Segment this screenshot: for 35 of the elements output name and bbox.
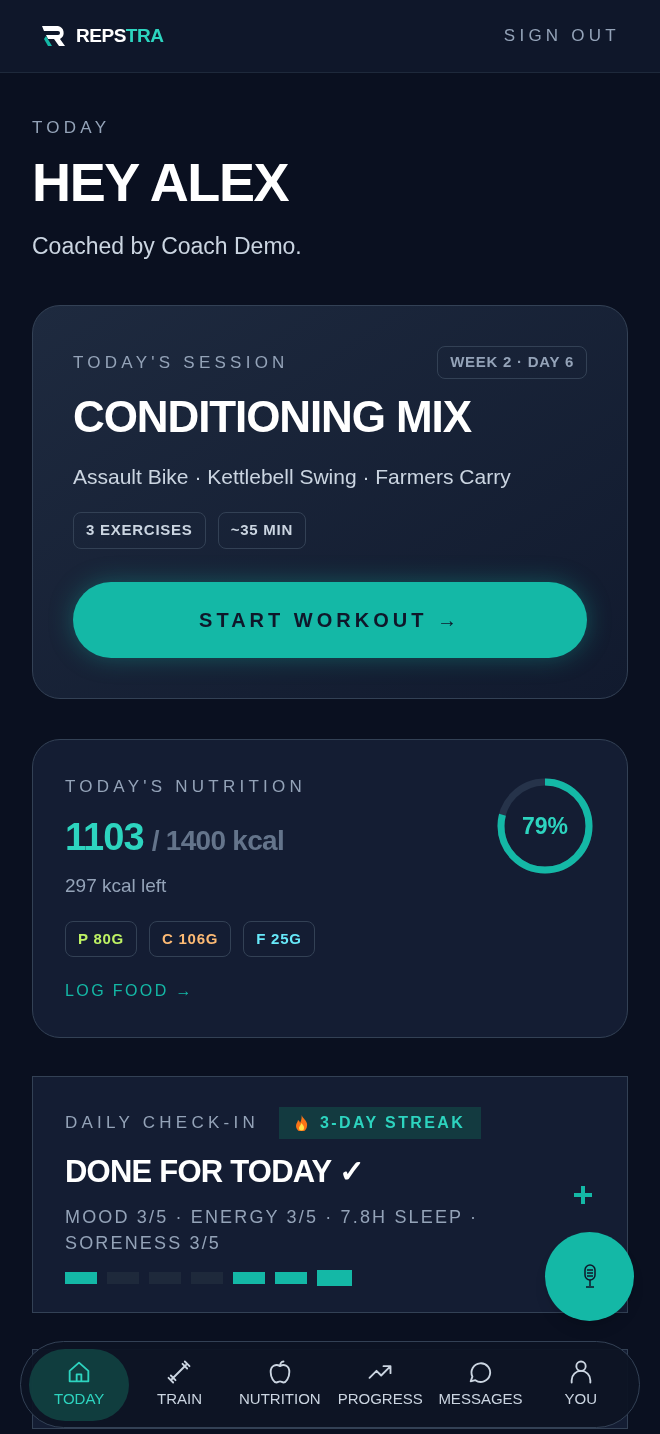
checkin-summary: MOOD 3/5 · ENERGY 3/5 · 7.8H SLEEP · SORENESS 3/5 [65,1205,480,1255]
start-workout-button[interactable]: START WORKOUT → [73,581,587,658]
session-tag: 3 EXERCISES [73,512,206,549]
nav-tab[interactable]: TODAY [29,1348,130,1421]
macro-badge: F 25G [243,920,315,957]
logo-text: REPSTRA [76,23,164,48]
macro-badge: P 80G [65,920,137,957]
log-food-link[interactable]: LOG FOOD → [65,979,194,1003]
calorie-target: / 1400 kcal [151,824,285,858]
nav-tab[interactable]: MESSAGES [430,1348,531,1421]
workout-title: CONDITIONING MIX [73,394,473,439]
exercise-list: Assault Bike · Kettlebell Swing · Farmers Carry [73,460,587,492]
add-button[interactable] [571,1183,595,1207]
nav-tab[interactable]: YOU [530,1348,631,1421]
card-label: DAILY CHECK-IN [65,1112,259,1135]
nav-tab[interactable]: TRAIN [129,1348,230,1421]
macro-badge: C 106G [149,920,232,957]
section-label: TODAY [32,117,112,139]
card-label: TODAY'S NUTRITION [65,775,308,798]
coach-subtitle: Coached by Coach Demo. [32,231,303,261]
microphone-icon [581,1262,598,1291]
calories-eaten: 1103 [65,815,144,860]
nav-tab[interactable]: PROGRESS [330,1348,431,1421]
week-day-badge: WEEK 2 · DAY 6 [437,346,587,379]
card-label: TODAY'S SESSION [73,351,289,374]
checkin-status: DONE FOR TODAY ✓ [65,1153,364,1191]
calorie-percent: 79% [522,814,568,837]
session-tag: ~35 MIN [217,512,306,549]
flame-icon [294,1115,308,1131]
greeting-title: HEY ALEX [32,154,290,209]
calories-left: 297 kcal left [65,874,168,898]
sign-out-button[interactable]: SIGN OUT [503,23,620,49]
nav-tab[interactable]: NUTRITION [229,1348,330,1421]
logo-icon [40,25,68,47]
streak-badge: 3-DAY STREAK [278,1107,482,1139]
